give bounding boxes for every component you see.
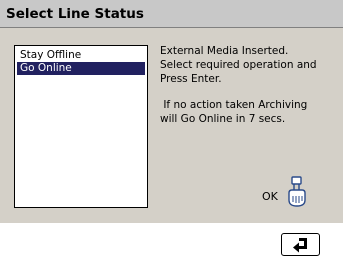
line-status-listbox[interactable]: Stay Offline Go Online [14, 45, 148, 208]
dialog-message: External Media Inserted. Select required… [160, 44, 340, 126]
enter-key-button[interactable] [281, 233, 320, 256]
list-item-stay-offline[interactable]: Stay Offline [17, 49, 145, 62]
ok-button[interactable]: OK [262, 176, 322, 216]
message-line: If no action taken Archiving [160, 99, 308, 111]
ok-label: OK [262, 190, 278, 203]
list-item-go-online[interactable]: Go Online [17, 62, 145, 75]
message-line: will Go Online in 7 secs. [160, 113, 286, 125]
dialog-title: Select Line Status [0, 0, 343, 28]
message-line: External Media Inserted. [160, 45, 289, 57]
select-line-status-dialog: Select Line Status Stay Offline Go Onlin… [0, 0, 343, 223]
pointing-hand-icon [286, 176, 308, 212]
return-arrow-icon [293, 238, 307, 253]
message-line: Select required operation and [160, 59, 317, 71]
message-line: Press Enter. [160, 73, 222, 85]
